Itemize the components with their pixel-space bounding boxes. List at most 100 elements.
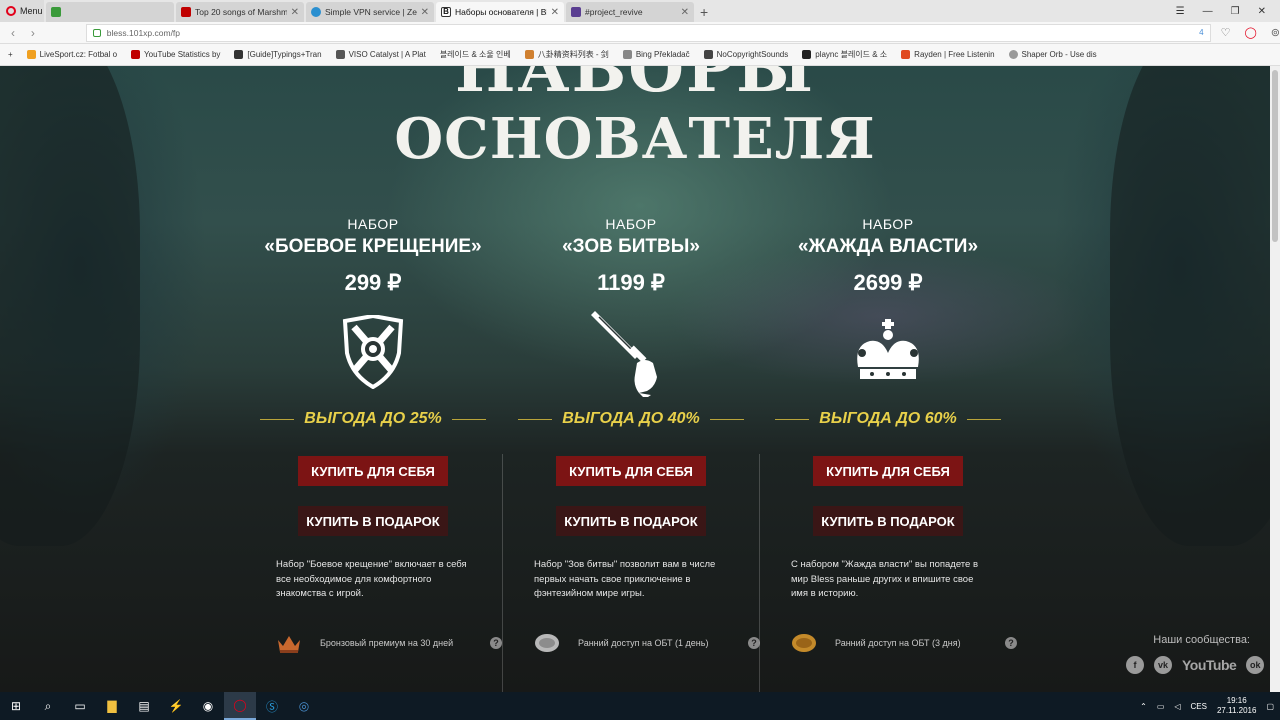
pack-feature-3: Ранний доступ на ОБТ (3 дня) ? (791, 628, 1017, 658)
page-title-top: НАБОРЫ (454, 66, 816, 107)
tab-label: #project_revive (585, 7, 643, 17)
page-title: ОСНОВАТЕЛЯ (394, 106, 876, 172)
file-explorer-icon[interactable]: ▇ (96, 692, 128, 720)
help-icon[interactable]: ? (490, 637, 502, 649)
bookmark-icon (622, 50, 632, 59)
bookmark-item[interactable]: NoCopyrightSounds (703, 50, 788, 59)
help-icon[interactable]: ? (1005, 637, 1017, 649)
bookmark-item[interactable]: Shaper Orb - Use dis (1008, 50, 1097, 59)
app-icon[interactable]: ▤ (128, 692, 160, 720)
pack-description: С набором "Жажда власти" вы попадете в м… (791, 559, 979, 599)
new-tab-button[interactable]: + (694, 2, 714, 22)
feature-text: Ранний доступ на ОБТ (3 дня) (835, 638, 961, 648)
youtube-icon[interactable]: YouTube (1182, 657, 1237, 673)
bookmark-label: VISO Catalyst | A Plat (348, 50, 426, 59)
bookmark-item[interactable]: 八卦精资料列表 - 剑 (524, 49, 609, 60)
buy-gift-button-3[interactable]: КУПИТЬ В ПОДАРОК (813, 506, 963, 536)
window-controls: ☰ — ❐ ✕ (1176, 0, 1280, 22)
benefit-text: ВЫГОДА ДО 60% (819, 410, 957, 427)
column-divider (759, 454, 760, 692)
bookmark-item[interactable]: 블레이드 & 소울 인베 (440, 49, 511, 60)
extension-badge[interactable]: 4 (1199, 28, 1203, 37)
language-indicator[interactable]: CES (1191, 702, 1207, 711)
close-tab-icon[interactable]: ✕ (291, 7, 299, 18)
url-field[interactable]: bless.101xp.com/fp 4 (85, 23, 1211, 42)
opera-icon[interactable]: ◯ (1244, 26, 1256, 39)
volume-icon[interactable]: ◁ (1174, 702, 1180, 711)
pack-prefix: НАБОР (605, 216, 657, 232)
download-icon[interactable]: ⊚ (1271, 26, 1280, 39)
bookmark-label: Rayden | Free Listenin (914, 50, 995, 59)
bookmark-item[interactable]: LiveSport.cz: Fotbal o (26, 50, 117, 59)
buy-gift-button-1[interactable]: КУПИТЬ В ПОДАРОК (298, 506, 448, 536)
bookmark-item[interactable]: plaync 블레이드 & 소 (802, 49, 887, 60)
vk-icon[interactable]: vk (1154, 656, 1172, 674)
url-text[interactable]: bless.101xp.com/fp (107, 28, 1193, 38)
pack-name: «БОЕВОЕ КРЕЩЕНИЕ» (264, 236, 482, 257)
gold-token-icon (792, 634, 816, 652)
menu-label: Menu (20, 6, 43, 16)
close-tab-icon[interactable]: ✕ (681, 7, 689, 18)
tray-expand-icon[interactable]: ⌃ (1140, 702, 1147, 711)
clock[interactable]: 19:16 27.11.2016 (1217, 696, 1256, 716)
pack-prefix: НАБОР (347, 216, 399, 232)
tab-zenmate[interactable]: Simple VPN service | Zen ✕ (306, 2, 434, 22)
add-bookmark-icon[interactable]: + (8, 50, 13, 59)
shield-icon (243, 310, 503, 394)
minimize-icon[interactable]: — (1203, 6, 1213, 17)
tab-menu-icon[interactable]: ☰ (1176, 6, 1185, 17)
bookmark-icon (131, 50, 141, 59)
founders-page: НАБОРЫ ОСНОВАТЕЛЯ НАБОР «БОЕВОЕ КРЕЩЕНИЕ… (0, 66, 1270, 692)
buy-self-button-3[interactable]: КУПИТЬ ДЛЯ СЕБЯ (813, 456, 963, 486)
tab-youtube[interactable] (46, 2, 174, 22)
bookmark-item[interactable]: YouTube Statistics by (131, 50, 220, 59)
browser-tab-bar: Menu Top 20 songs of Marshme ✕ Simple VP… (0, 0, 1280, 22)
back-icon[interactable]: ‹ (6, 26, 20, 40)
community-label: Наши сообщества: (1153, 634, 1250, 646)
bookmark-label: 八卦精资料列表 - 剑 (537, 50, 609, 59)
pack-price: 2699 ₽ (853, 270, 923, 295)
tab-top20-songs[interactable]: Top 20 songs of Marshme ✕ (176, 2, 304, 22)
network-icon[interactable]: ▭ (1157, 702, 1165, 711)
close-tab-icon[interactable]: ✕ (551, 7, 559, 18)
skype-icon[interactable]: Ⓢ (256, 692, 288, 720)
buy-self-button-1[interactable]: КУПИТЬ ДЛЯ СЕБЯ (298, 456, 448, 486)
close-window-icon[interactable]: ✕ (1258, 6, 1266, 17)
divider-line (260, 418, 295, 420)
notifications-icon[interactable]: ▢ (1266, 702, 1274, 711)
scrollbar-thumb[interactable] (1272, 70, 1278, 242)
steam-icon[interactable]: ◉ (192, 692, 224, 720)
maximize-icon[interactable]: ❐ (1231, 6, 1240, 17)
bookmark-label: Shaper Orb - Use dis (1021, 50, 1097, 59)
heart-icon[interactable]: ♡ (1221, 26, 1231, 39)
app-icon[interactable]: ◎ (288, 692, 320, 720)
opera-menu-button[interactable]: Menu (0, 0, 44, 22)
forward-icon[interactable]: › (26, 26, 40, 40)
start-icon[interactable]: ⊞ (0, 692, 32, 720)
tab-label: Наборы основателя | Bles (455, 7, 547, 17)
task-view-icon[interactable]: ▭ (64, 692, 96, 720)
bookmark-item[interactable]: [Guide]Typings+Tran (234, 50, 322, 59)
youtube-favicon-icon (181, 7, 191, 17)
odnoklassniki-icon[interactable]: ok (1246, 656, 1265, 674)
buy-gift-button-2[interactable]: КУПИТЬ В ПОДАРОК (556, 506, 706, 536)
tab-bless-founders[interactable]: B Наборы основателя | Bles ✕ (436, 2, 564, 22)
pack-description: Набор "Зов битвы" позволит вам в числе п… (534, 559, 716, 599)
search-icon[interactable]: ⌕ (32, 692, 64, 720)
close-tab-icon[interactable]: ✕ (421, 7, 429, 18)
bookmark-icon (335, 50, 345, 59)
social-links: f vk YouTube ok (1126, 656, 1265, 674)
divider-line (518, 418, 553, 420)
app-icon[interactable]: ⚡ (160, 692, 192, 720)
bookmark-item[interactable]: Rayden | Free Listenin (901, 50, 995, 59)
tab-project-revive[interactable]: #project_revive ✕ (566, 2, 694, 22)
page-scrollbar[interactable] (1270, 66, 1280, 692)
pack-prefix: НАБОР (862, 216, 914, 232)
bookmark-item[interactable]: VISO Catalyst | A Plat (335, 50, 426, 59)
clock-time: 19:16 (1226, 696, 1247, 705)
buy-self-button-2[interactable]: КУПИТЬ ДЛЯ СЕБЯ (556, 456, 706, 486)
address-bar: ‹ › bless.101xp.com/fp 4 ♡ ◯ ⊚ (0, 22, 1280, 44)
bookmark-item[interactable]: Bing Překladač (622, 50, 690, 59)
opera-taskbar-icon[interactable]: ◯ (224, 692, 256, 720)
facebook-icon[interactable]: f (1126, 656, 1144, 674)
